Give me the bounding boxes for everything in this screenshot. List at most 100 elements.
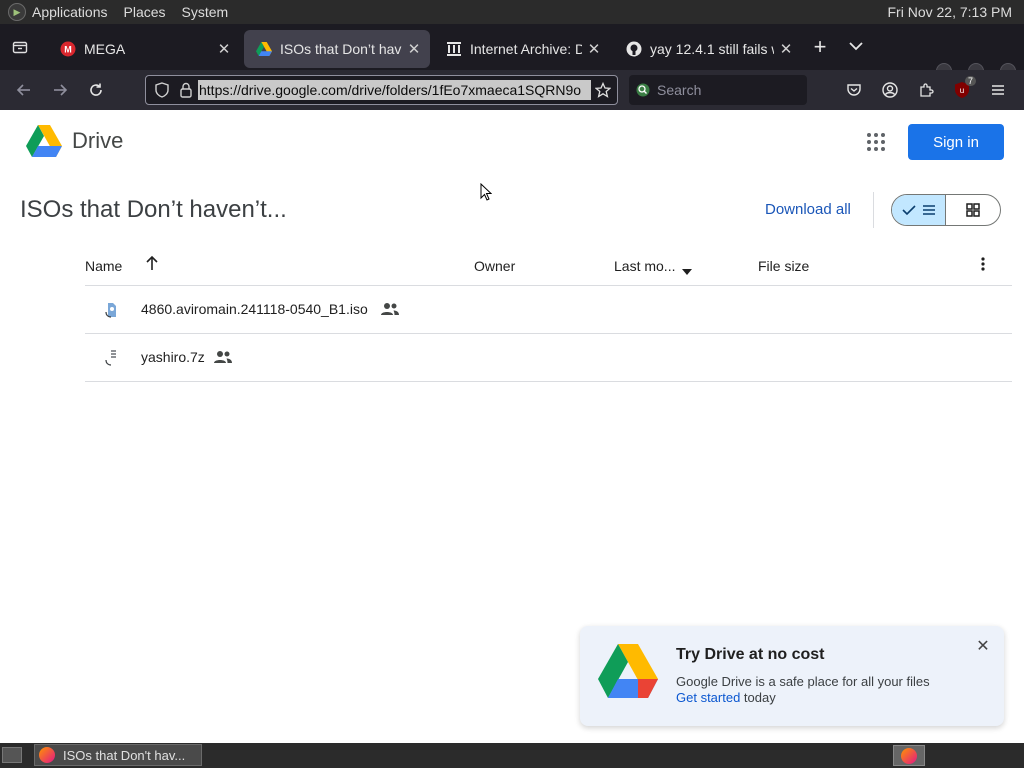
tab-title: ISOs that Don’t haven’t <box>280 41 402 57</box>
new-tab-button[interactable]: + <box>802 34 838 60</box>
checkmark-icon <box>901 205 916 216</box>
view-toggle <box>891 194 1001 226</box>
table-row[interactable]: yashiro.7z <box>85 334 1012 382</box>
file-name[interactable]: 4860.aviromain.241118-0540_B1.iso <box>141 301 368 317</box>
google-drive-logo-icon <box>598 644 658 698</box>
google-drive-logo-icon <box>26 125 62 157</box>
close-icon: ✕ <box>976 638 990 655</box>
taskbar: ISOs that Don't hav... <box>0 743 1024 768</box>
taskbar-window-button[interactable]: ISOs that Don't hav... <box>34 744 202 766</box>
archive-file-icon <box>105 350 116 366</box>
try-drive-promo: Try Drive at no cost Google Drive is a s… <box>580 626 1004 726</box>
list-all-tabs-button[interactable] <box>838 38 874 56</box>
search-engine-icon[interactable] <box>629 82 657 98</box>
internet-archive-icon <box>446 41 462 57</box>
column-name[interactable]: Name <box>85 258 122 274</box>
arrow-left-icon <box>16 84 30 96</box>
menu-places[interactable]: Places <box>124 4 166 20</box>
tab-google-drive[interactable]: ISOs that Don’t haven’t ✕ <box>244 30 430 68</box>
firefox-icon <box>901 747 917 764</box>
github-icon <box>626 41 642 57</box>
close-tab-icon[interactable]: ✕ <box>402 40 426 58</box>
disc-image-file-icon <box>105 303 116 318</box>
forward-button[interactable] <box>42 74 78 106</box>
list-view-icon <box>922 205 935 215</box>
drive-page: Drive Sign in ISOs that Don’t haven’t...… <box>0 110 1024 743</box>
file-name[interactable]: yashiro.7z <box>141 349 205 365</box>
column-file-size[interactable]: File size <box>758 258 809 274</box>
mega-icon: M <box>60 41 76 57</box>
workspace-switcher[interactable] <box>893 745 925 766</box>
shield-icon[interactable] <box>150 82 174 98</box>
sign-in-button[interactable]: Sign in <box>908 124 1004 160</box>
svg-text:M: M <box>64 45 72 55</box>
back-button[interactable] <box>6 74 42 106</box>
file-list-header: Name Owner Last mo... File size <box>85 242 1012 286</box>
tab-title: Internet Archive: Digital <box>470 41 582 57</box>
tab-github[interactable]: yay 12.4.1 still fails with ✕ <box>614 30 802 68</box>
column-last-modified[interactable]: Last mo... <box>614 258 675 274</box>
clock[interactable]: Fri Nov 22, 7:13 PM <box>888 4 1013 20</box>
reload-button[interactable] <box>78 74 114 106</box>
account-icon <box>882 82 898 98</box>
puzzle-icon <box>920 83 934 97</box>
close-tab-icon[interactable]: ✕ <box>582 40 606 58</box>
menu-applications[interactable]: Applications <box>32 4 108 20</box>
address-bar[interactable]: https://drive.google.com/drive/folders/1… <box>145 75 618 105</box>
tab-list-button[interactable] <box>0 24 40 70</box>
folder-title: ISOs that Don’t haven’t... <box>20 196 287 223</box>
close-tab-icon[interactable]: ✕ <box>212 40 236 58</box>
app-menu-button[interactable] <box>980 74 1016 106</box>
shared-people-icon <box>381 303 399 315</box>
distro-logo-icon[interactable]: ▶ <box>8 3 26 21</box>
grid-view-icon <box>966 203 980 217</box>
extension-badge: 7 <box>964 76 976 86</box>
promo-cta-suffix: today <box>740 690 776 705</box>
tab-mega[interactable]: M MEGA ✕ <box>48 30 240 68</box>
show-desktop-icon[interactable] <box>2 747 22 763</box>
close-promo-button[interactable]: ✕ <box>974 638 992 656</box>
tab-internet-archive[interactable]: Internet Archive: Digital ✕ <box>434 30 610 68</box>
drive-logo[interactable]: Drive <box>26 125 123 157</box>
search-placeholder: Search <box>657 82 702 98</box>
svg-text:u: u <box>960 86 964 95</box>
shared-people-icon <box>214 351 232 363</box>
download-all-button[interactable]: Download all <box>765 201 851 218</box>
search-bar[interactable]: Search <box>629 75 807 105</box>
mouse-cursor-icon <box>480 183 492 201</box>
chevron-down-icon <box>849 42 863 51</box>
promo-cta: Get started today <box>676 690 776 705</box>
bookmark-star-icon[interactable] <box>591 82 615 98</box>
drive-logo-text: Drive <box>72 128 124 153</box>
ublock-origin-button[interactable]: u 7 <box>944 74 980 106</box>
arrow-right-icon <box>54 84 68 96</box>
tab-list-icon <box>12 41 28 54</box>
lock-icon[interactable] <box>174 82 198 98</box>
extensions-button[interactable] <box>908 74 944 106</box>
plus-icon: + <box>813 34 827 59</box>
caret-down-icon[interactable] <box>682 262 692 278</box>
column-owner[interactable]: Owner <box>474 258 515 274</box>
hamburger-menu-icon <box>992 85 1004 95</box>
reload-icon <box>90 83 102 96</box>
system-panel: ▶ Applications Places System Fri Nov 22,… <box>0 0 1024 24</box>
list-view-button[interactable] <box>892 195 947 225</box>
promo-description: Google Drive is a safe place for all you… <box>676 674 930 689</box>
google-drive-icon <box>256 41 272 57</box>
pocket-icon <box>847 84 861 96</box>
more-options-icon[interactable] <box>981 256 985 275</box>
pocket-button[interactable] <box>836 74 872 106</box>
menu-system[interactable]: System <box>182 4 229 20</box>
url-text[interactable]: https://drive.google.com/drive/folders/1… <box>198 80 591 100</box>
google-apps-icon[interactable] <box>866 132 886 152</box>
sort-arrow-up-icon[interactable] <box>145 255 159 274</box>
promo-title: Try Drive at no cost <box>676 646 825 663</box>
tab-bar: M MEGA ✕ ISOs that Don’t haven’t ✕ Inter… <box>0 24 1024 79</box>
get-started-link[interactable]: Get started <box>676 690 740 705</box>
close-tab-icon[interactable]: ✕ <box>774 40 798 58</box>
grid-view-button[interactable] <box>946 195 1000 225</box>
table-row[interactable]: 4860.aviromain.241118-0540_B1.iso <box>85 286 1012 334</box>
account-button[interactable] <box>872 74 908 106</box>
toolbar-icons: u 7 <box>836 74 1016 106</box>
toolbar-divider <box>873 192 874 228</box>
